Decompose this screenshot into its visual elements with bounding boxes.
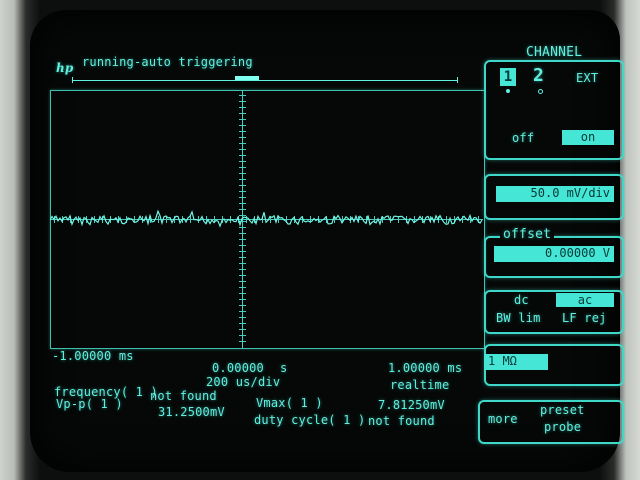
coupling-dc-option[interactable]: dc: [514, 294, 529, 307]
graticule-tick: [239, 287, 246, 288]
display-off-option[interactable]: off: [512, 132, 534, 145]
lf-reject-toggle[interactable]: LF rej: [562, 312, 607, 325]
graticule-tick: [239, 329, 246, 330]
vmax-value: 7.81250mV: [378, 398, 445, 412]
graticule-tick: [239, 113, 246, 114]
graticule-tick: [239, 251, 246, 252]
duty-cycle-label: duty cycle( 1 ): [254, 413, 366, 427]
graticule-tick: [239, 119, 246, 120]
channel-1-active-dot: [506, 89, 510, 93]
graticule-tick: [239, 179, 246, 180]
graticule-tick: [239, 299, 246, 300]
graticule-tick: [239, 335, 246, 336]
graticule-tick: [239, 245, 246, 246]
graticule-tick: [239, 161, 246, 162]
graticule-tick: [239, 311, 246, 312]
timebase-left-label: -1.00000 ms: [52, 349, 134, 363]
graticule-tick: [239, 95, 246, 96]
graticule-tick: [239, 269, 246, 270]
more-button[interactable]: more: [488, 413, 518, 426]
graticule-tick: [239, 149, 246, 150]
hp-logo: hp: [56, 61, 74, 75]
graticule-tick: [239, 257, 246, 258]
ext-channel-button[interactable]: EXT: [576, 72, 598, 85]
graticule-tick: [239, 263, 246, 264]
graticule-tick: [239, 275, 246, 276]
probe-button[interactable]: probe: [544, 421, 581, 434]
graticule-tick: [239, 317, 246, 318]
graticule-tick: [239, 191, 246, 192]
display-on-option[interactable]: on: [562, 130, 614, 145]
channel-1-trace: [50, 209, 483, 228]
timebase-right-label: 1.00000 ms: [388, 361, 463, 375]
record-window-start: [72, 77, 73, 83]
record-window-end: [457, 77, 458, 83]
vpp-label: Vp-p( 1 ): [56, 397, 123, 411]
frequency-value: not found: [150, 389, 217, 403]
offset-label: offset: [500, 228, 555, 241]
record-window-bar: [72, 80, 458, 81]
record-window-marker[interactable]: [235, 76, 259, 80]
vmax-label: Vmax( 1 ): [256, 396, 323, 410]
graticule-tick: [239, 143, 246, 144]
offset-field[interactable]: 0.00000 V: [494, 246, 614, 262]
graticule-tick: [239, 125, 246, 126]
bw-limit-toggle[interactable]: BW lim: [496, 312, 541, 325]
graticule-tick: [239, 293, 246, 294]
graticule-tick: [239, 305, 246, 306]
acquisition-mode: realtime: [390, 378, 450, 392]
impedance-option[interactable]: 1 MΩ: [484, 354, 548, 370]
graticule-tick: [239, 185, 246, 186]
graticule-tick: [239, 281, 246, 282]
duty-cycle-value: not found: [368, 414, 435, 428]
graticule-tick: [239, 341, 246, 342]
vertical-scale-field[interactable]: 50.0 mV/div: [496, 186, 614, 202]
trigger-status: running-auto triggering: [82, 55, 253, 69]
graticule-tick: [239, 173, 246, 174]
graticule-tick: [239, 197, 246, 198]
graticule-tick: [239, 101, 246, 102]
graticule-tick: [239, 137, 246, 138]
timebase-center-label: 0.00000: [212, 361, 264, 375]
timebase-center-unit: s: [280, 361, 288, 375]
vpp-value: 31.2500mV: [158, 405, 225, 419]
channel-panel-title: CHANNEL: [526, 45, 583, 60]
channel-2-button[interactable]: 2: [533, 66, 544, 86]
graticule-tick: [239, 131, 246, 132]
coupling-ac-option[interactable]: ac: [556, 293, 614, 307]
preset-button[interactable]: preset: [540, 404, 585, 417]
graticule-tick: [239, 167, 246, 168]
graticule-tick: [239, 155, 246, 156]
graticule-tick: [239, 323, 246, 324]
timebase-per-div: 200 us/div: [206, 375, 281, 389]
channel-1-button[interactable]: 1: [500, 68, 516, 86]
graticule-tick: [239, 107, 246, 108]
channel-2-inactive-dot: [538, 89, 543, 94]
